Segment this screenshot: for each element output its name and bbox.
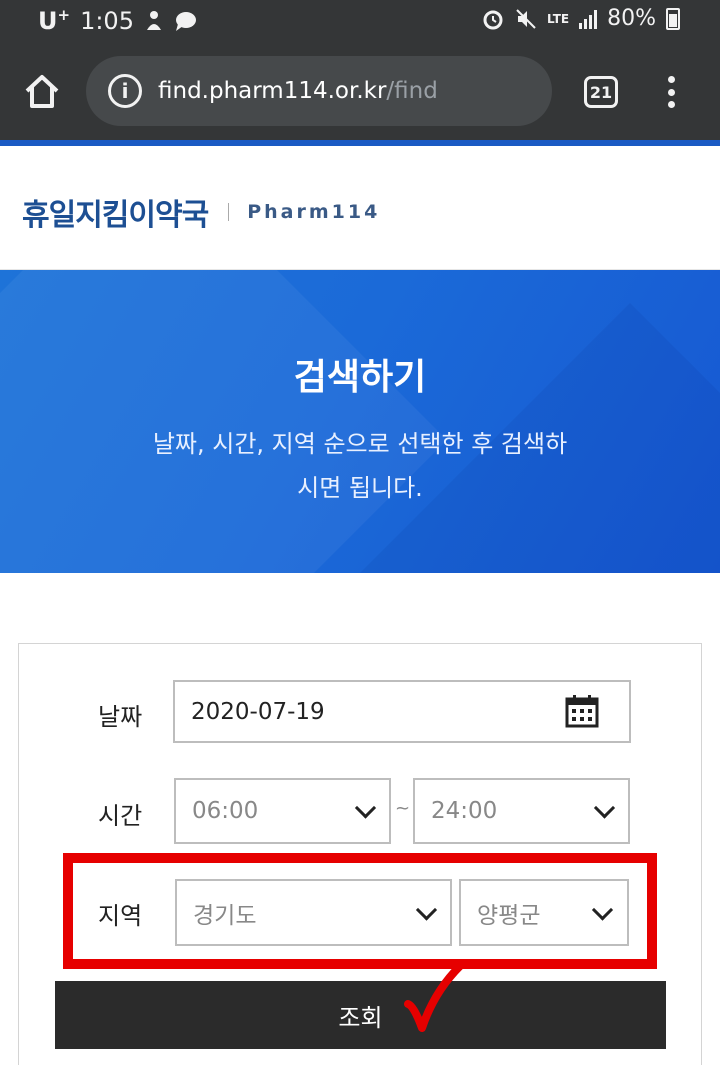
start-time-select[interactable]: 06:00	[174, 778, 391, 844]
hero-banner: 검색하기 날짜, 시간, 지역 순으로 선택한 후 검색하 시면 됩니다.	[0, 270, 720, 573]
logo-english: Pharm114	[247, 201, 381, 223]
carrier-label: U+	[38, 6, 70, 35]
browser-toolbar: i find.pharm114.or.kr/find 21	[0, 44, 720, 140]
url-text: find.pharm114.or.kr/find	[158, 78, 438, 104]
info-icon[interactable]: i	[108, 74, 142, 108]
chevron-down-icon	[354, 797, 377, 819]
date-input[interactable]: 2020-07-19	[173, 680, 631, 743]
address-bar[interactable]: i find.pharm114.or.kr/find	[86, 56, 552, 126]
description-line-1: 날짜, 시간, 지역 순으로 선택한 후 검색하	[152, 430, 568, 458]
home-button[interactable]	[22, 72, 62, 112]
page-description: 날짜, 시간, 지역 순으로 선택한 후 검색하 시면 됩니다.	[140, 422, 580, 510]
time-range-separator: ~	[395, 798, 411, 819]
site-header: 휴일지킴이약국 Pharm114	[0, 146, 720, 270]
date-value: 2020-07-19	[191, 698, 325, 725]
network-type: LTE	[547, 11, 570, 26]
carrier-text: U	[38, 7, 58, 35]
logo-divider	[228, 203, 230, 221]
tabs-button[interactable]: 21	[584, 76, 618, 108]
carrier-plus: +	[57, 6, 71, 24]
status-left: U+ 1:05	[38, 6, 198, 35]
chevron-down-icon	[593, 797, 616, 819]
page-title: 검색하기	[293, 357, 427, 398]
chat-bubble-icon	[175, 11, 196, 31]
signal-icon	[579, 9, 598, 29]
alarm-icon	[483, 10, 503, 29]
url-host: find.pharm114.or.kr	[158, 78, 387, 104]
mute-icon	[516, 8, 536, 29]
person-icon	[146, 10, 161, 30]
site-logo[interactable]: 휴일지킴이약국 Pharm114	[22, 190, 380, 234]
description-line-2: 시면 됩니다.	[297, 474, 423, 502]
logo-korean: 휴일지킴이약국	[22, 198, 209, 233]
region-highlight-annotation	[63, 853, 657, 969]
end-time-select[interactable]: 24:00	[413, 778, 630, 844]
end-time-value: 24:00	[431, 798, 498, 824]
search-submit-button[interactable]: 조회	[55, 981, 666, 1049]
calendar-icon[interactable]	[565, 694, 599, 728]
more-vert-icon[interactable]	[660, 74, 682, 110]
battery-icon	[666, 7, 680, 30]
status-bar: U+ 1:05 LTE 80%	[0, 0, 720, 44]
submit-label: 조회	[338, 1003, 383, 1032]
clock: 1:05	[80, 6, 134, 35]
home-icon	[25, 75, 59, 108]
status-right: LTE 80%	[481, 6, 680, 31]
battery-percent: 80%	[607, 6, 656, 31]
checkmark-annotation-icon	[404, 962, 464, 1032]
start-time-value: 06:00	[192, 798, 259, 824]
date-label: 날짜	[98, 703, 143, 731]
time-label: 시간	[98, 802, 143, 830]
url-path: /find	[386, 78, 438, 104]
